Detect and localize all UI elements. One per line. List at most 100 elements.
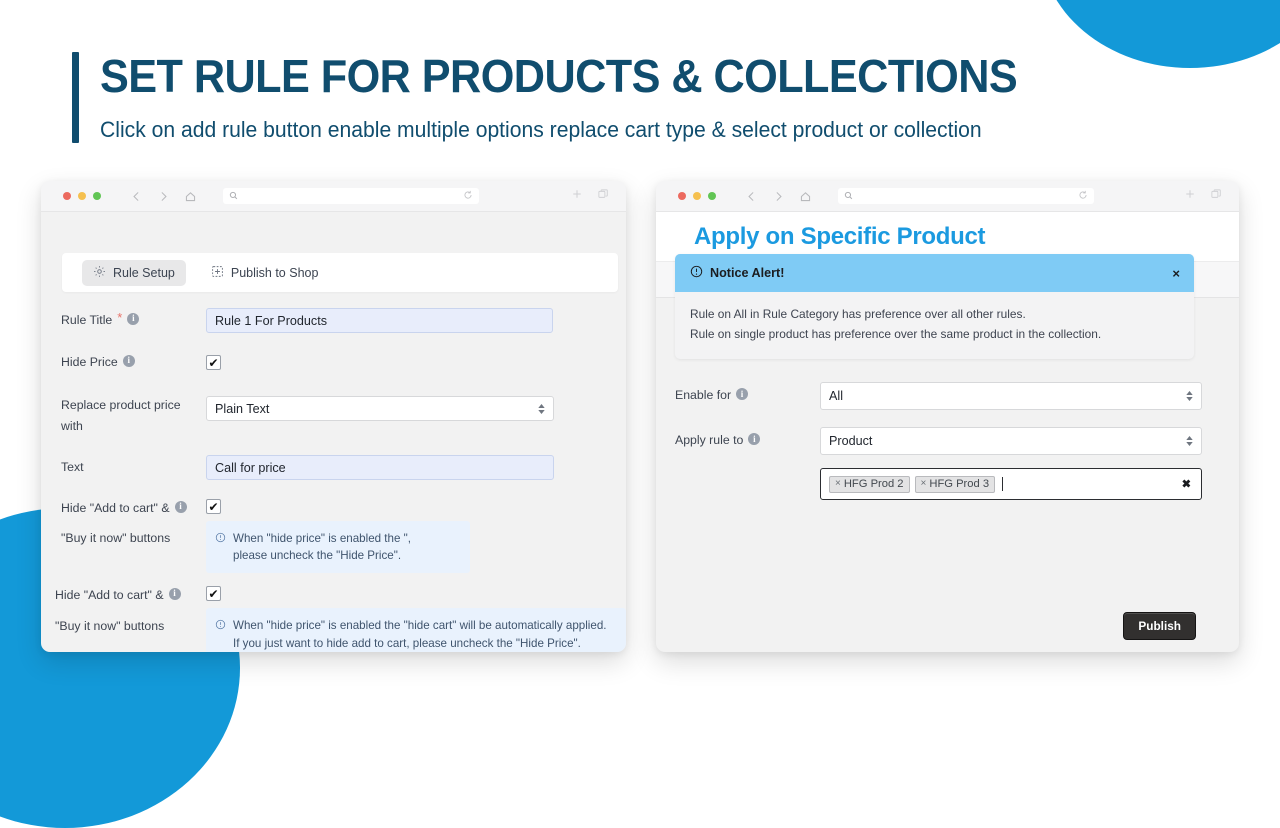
hide-cart-2-note-line1: When "hide price" is enabled the "hide c… [233, 619, 607, 632]
hide-cart-1-label-group: Hide "Add to cart" & i "Buy it now" butt… [61, 499, 206, 548]
info-circle-icon [690, 265, 703, 281]
enable-for-label-group: Enable for i [675, 386, 820, 405]
rule-title-value: Rule 1 For Products [215, 314, 327, 328]
notice-alert-header: Notice Alert! × [675, 254, 1194, 292]
text-label: Text [61, 458, 84, 477]
tab-rule-setup-label: Rule Setup [113, 266, 175, 280]
tag-remove-icon[interactable]: × [921, 478, 927, 489]
field-hide-cart-1: Hide "Add to cart" & i "Buy it now" butt… [41, 480, 626, 573]
left-page: Rule Setup Publish to Shop Rule Title * … [41, 212, 626, 652]
maximize-window-dot[interactable] [93, 192, 101, 200]
hide-cart-2-note: When "hide price" is enabled the "hide c… [206, 608, 626, 652]
new-tab-icon[interactable] [1184, 187, 1196, 205]
home-icon[interactable] [184, 190, 197, 203]
hide-cart-2-checkbox[interactable]: ✔ [206, 586, 221, 601]
tag-remove-icon[interactable]: × [835, 478, 841, 489]
text-value: Call for price [215, 461, 286, 475]
forward-arrow-icon[interactable] [157, 190, 170, 203]
tag-chip[interactable]: × HFG Prod 2 [829, 476, 910, 493]
apply-rule-to-select[interactable]: Product [820, 427, 1202, 455]
reload-icon[interactable] [1078, 187, 1088, 205]
enable-for-value: All [829, 389, 843, 403]
field-enable-for: Enable for i All [656, 382, 1239, 410]
hide-cart-1-label-line1: Hide "Add to cart" & [61, 499, 170, 518]
info-icon[interactable]: i [127, 313, 139, 325]
text-input[interactable]: Call for price [206, 455, 554, 480]
new-tab-icon[interactable] [571, 187, 583, 205]
dashed-plus-icon [211, 265, 224, 281]
replace-price-select[interactable]: Plain Text [206, 396, 554, 421]
hide-price-label-group: Hide Price i [61, 353, 206, 372]
hide-cart-2-label-group: Hide "Add to cart" & i "Buy it now" butt… [55, 586, 206, 635]
required-asterisk: * [117, 311, 122, 324]
back-arrow-icon[interactable] [745, 190, 758, 203]
field-replace-price: Replace product price with Plain Text [41, 372, 626, 436]
info-circle-icon [215, 531, 226, 564]
product-tag-input[interactable]: × HFG Prod 2 × HFG Prod 3 ✖ [820, 468, 1202, 500]
info-icon[interactable]: i [748, 433, 760, 445]
hide-cart-1-note-line1: When "hide price" is enabled the ", [233, 532, 411, 545]
rule-title-input[interactable]: Rule 1 For Products [206, 308, 553, 333]
select-spinner-icon [538, 404, 545, 414]
tag-chip[interactable]: × HFG Prod 3 [915, 476, 996, 493]
maximize-window-dot[interactable] [708, 192, 716, 200]
search-icon [229, 187, 238, 205]
minimize-window-dot[interactable] [693, 192, 701, 200]
hide-price-label: Hide Price [61, 353, 118, 372]
reload-icon[interactable] [463, 187, 473, 205]
replace-price-label-line1: Replace product price [61, 396, 181, 415]
close-window-dot[interactable] [678, 192, 686, 200]
select-spinner-icon [1186, 436, 1193, 446]
hide-cart-2-label-line1: Hide "Add to cart" & [55, 586, 164, 605]
notice-alert-title: Notice Alert! [710, 266, 784, 280]
hide-cart-2-note-line2: If you just want to hide add to cart, pl… [233, 637, 581, 650]
checkmark-icon: ✔ [208, 501, 218, 513]
info-icon[interactable]: i [123, 355, 135, 367]
notice-alert-line-2: Rule on single product has preference ov… [690, 324, 1179, 344]
right-url-bar[interactable] [838, 188, 1094, 204]
replace-price-label-line2: with [61, 417, 83, 436]
hero-title: Apply on Specific Product [694, 223, 985, 251]
right-browser-chrome [656, 181, 1239, 212]
home-icon[interactable] [799, 190, 812, 203]
hide-cart-1-label-line2: "Buy it now" buttons [61, 529, 206, 548]
page-subtitle: Click on add rule button enable multiple… [100, 117, 1037, 143]
field-hide-cart-2: Hide "Add to cart" & i "Buy it now" butt… [41, 573, 626, 652]
select-spinner-icon [1186, 391, 1193, 401]
info-icon[interactable]: i [736, 388, 748, 400]
text-caret [1002, 477, 1003, 491]
close-icon[interactable]: × [1172, 267, 1180, 280]
notice-alert: Notice Alert! × Rule on All in Rule Cate… [675, 254, 1194, 359]
left-browser-chrome [41, 181, 626, 212]
right-form: Enable for i All Apply rule to i [656, 382, 1239, 500]
notice-alert-body: Rule on All in Rule Category has prefere… [675, 292, 1194, 359]
left-url-bar[interactable] [223, 188, 479, 204]
enable-for-select[interactable]: All [820, 382, 1202, 410]
tab-rule-setup[interactable]: Rule Setup [82, 260, 186, 286]
info-icon[interactable]: i [169, 588, 181, 600]
field-apply-rule-to: Apply rule to i Product [656, 410, 1239, 455]
replace-price-label-group: Replace product price with [61, 396, 206, 436]
right-browser-window: Apply on Specific Product Rule Setup Pub… [656, 181, 1239, 652]
hide-cart-1-checkbox[interactable]: ✔ [206, 499, 221, 514]
tabs-icon[interactable] [597, 187, 609, 205]
info-icon[interactable]: i [175, 501, 187, 513]
window-controls[interactable] [63, 192, 101, 200]
clear-all-tags-icon[interactable]: ✖ [1182, 478, 1191, 491]
publish-button[interactable]: Publish [1123, 612, 1196, 640]
checkmark-icon: ✔ [208, 357, 218, 369]
back-arrow-icon[interactable] [130, 190, 143, 203]
tag-label: HFG Prod 3 [929, 478, 989, 490]
hide-cart-2-label-line2: "Buy it now" buttons [55, 617, 206, 636]
gear-icon [93, 265, 106, 281]
close-window-dot[interactable] [63, 192, 71, 200]
apply-rule-to-label-group: Apply rule to i [675, 431, 820, 450]
forward-arrow-icon[interactable] [772, 190, 785, 203]
window-controls[interactable] [678, 192, 716, 200]
page-title: SET RULE FOR PRODUCTS & COLLECTIONS [100, 52, 1017, 101]
tab-publish-to-shop[interactable]: Publish to Shop [200, 260, 330, 286]
minimize-window-dot[interactable] [78, 192, 86, 200]
hide-price-checkbox[interactable]: ✔ [206, 355, 221, 370]
tabs-icon[interactable] [1210, 187, 1222, 205]
field-product-tags: × HFG Prod 2 × HFG Prod 3 ✖ [656, 455, 1239, 500]
